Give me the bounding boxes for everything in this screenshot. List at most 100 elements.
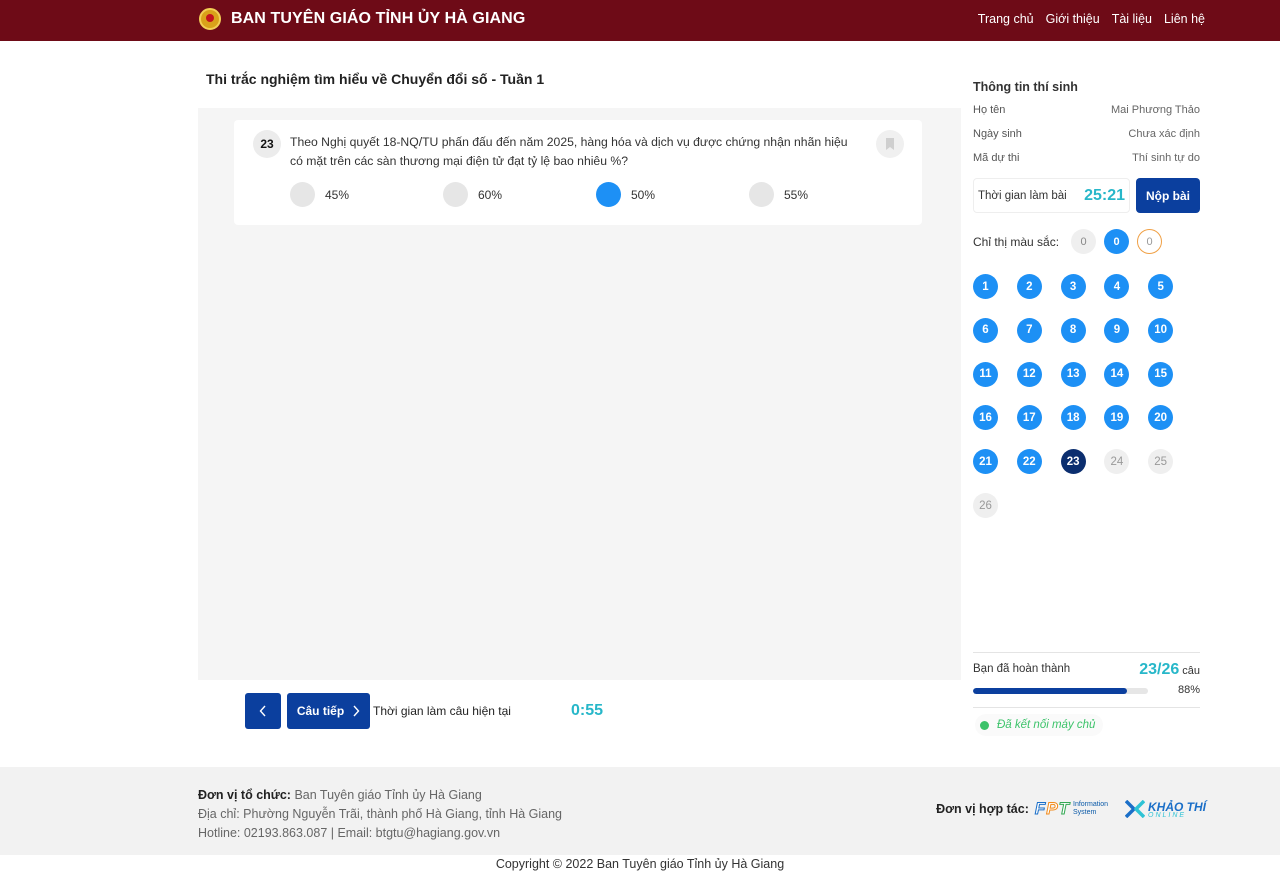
footer-address: Địa chỉ: Phường Nguyễn Trãi, thành phố H… [198,807,562,821]
progress-bar-fill [973,688,1127,694]
fpt-letter-t: T [1058,799,1069,819]
footer-contact: Hotline: 02193.863.087 | Email: btgtu@ha… [198,826,501,840]
question-nav-button[interactable]: 21 [973,449,998,475]
answer-option-c[interactable]: 50% [596,182,655,207]
next-question-button[interactable]: Câu tiếp [287,693,370,729]
chevron-left-icon [259,705,266,717]
question-nav-button[interactable]: 10 [1148,317,1174,343]
question-nav-button[interactable]: 8 [1060,317,1086,343]
footer-organizer: Đơn vị tổ chức: Ban Tuyên giáo Tỉnh ủy H… [198,788,482,802]
question-nav-button[interactable]: 22 [1016,449,1042,475]
radio-icon [749,182,774,207]
progress-label: Bạn đã hoàn thành [973,663,1071,675]
chevron-right-icon [353,705,360,717]
fpt-logo[interactable]: F P T Information System [1034,799,1113,819]
bookmark-button[interactable] [876,130,904,158]
question-nav-button[interactable]: 6 [973,317,998,343]
info-row-candidate-id: Mã dự thi Thí sinh tự do [973,152,1200,164]
khao-thi-online-logo[interactable]: KHẢO THÍ ONLINE [1125,800,1206,819]
partners: Đơn vị hợp tác: F P T Information System… [936,799,1206,819]
connection-status-text: Đã kết nối máy chủ [997,719,1096,731]
question-nav-button[interactable]: 17 [1016,405,1042,431]
main-nav: Trang chủ Giới thiệu Tài liệu Liên hệ [978,12,1205,26]
footer-organizer-label: Đơn vị tổ chức: [198,788,291,802]
khao-thi-logo-icon [1125,800,1145,818]
progress-panel: Bạn đã hoàn thành 23/26 câu 88% [973,652,1200,708]
question-nav-button[interactable]: 11 [973,361,998,387]
info-value: Thí sinh tự do [1132,152,1200,164]
legend-answered-count: 0 [1104,229,1130,254]
current-question-time-label: Thời gian làm câu hiện tại [373,704,511,718]
question-nav-button[interactable]: 19 [1104,405,1130,431]
brand-title: BAN TUYÊN GIÁO TỈNH ỦY HÀ GIANG [231,10,526,27]
footer-organizer-value: Ban Tuyên giáo Tỉnh ủy Hà Giang [294,788,482,802]
answer-option-a[interactable]: 45% [290,182,349,207]
bookmark-icon [886,138,894,150]
fpt-letter-p: P [1046,799,1058,819]
copyright: Copyright © 2022 Ban Tuyên giáo Tỉnh ủy … [495,857,785,871]
answer-option-d[interactable]: 55% [749,182,808,207]
fpt-letter-f: F [1034,799,1046,819]
question-nav-button[interactable]: 7 [1016,317,1042,343]
progress-bar [973,688,1148,694]
connection-status: Đã kết nối máy chủ [975,714,1104,736]
submit-button[interactable]: Nộp bài [1136,178,1200,213]
question-nav-button[interactable]: 12 [1016,361,1042,387]
question-nav-button[interactable]: 3 [1060,274,1086,299]
question-nav-button[interactable]: 9 [1104,317,1130,343]
previous-question-button[interactable] [245,693,281,729]
khao-thi-subtitle: ONLINE [1148,811,1187,819]
legend-unanswered-count: 0 [1071,229,1097,254]
exam-title: Thi trắc nghiệm tìm hiểu về Chuyển đổi s… [206,71,545,87]
info-key: Ngày sinh [973,128,1022,140]
brand[interactable]: BAN TUYÊN GIÁO TỈNH ỦY HÀ GIANG [199,7,525,31]
nav-about[interactable]: Giới thiệu [1046,12,1100,26]
question-nav-button[interactable]: 20 [1148,405,1174,431]
question-nav-button[interactable]: 23 [1060,449,1086,475]
answer-option-label: 60% [478,187,503,202]
question-text: Theo Nghị quyết 18-NQ/TU phấn đấu đến nă… [290,135,848,168]
question-nav-button[interactable]: 1 [973,274,998,299]
info-value: Mai Phương Thảo [1111,104,1200,116]
candidate-info-title: Thông tin thí sinh [973,80,1078,94]
info-value: Chưa xác định [1128,128,1200,140]
question-nav-button[interactable]: 26 [973,493,998,518]
info-key: Mã dự thi [973,152,1020,164]
answer-option-label: 45% [325,187,350,202]
question-area: 23 Theo Nghị quyết 18-NQ/TU phấn đấu đến… [198,108,961,680]
info-key: Họ tên [973,104,1006,116]
question-nav-button[interactable]: 24 [1104,449,1130,475]
answer-option-label: 55% [784,187,809,202]
info-row-dob: Ngày sinh Chưa xác định [973,128,1200,140]
question-nav-button[interactable]: 4 [1104,274,1130,299]
question-nav-button[interactable]: 2 [1016,274,1042,299]
question-nav-button[interactable]: 18 [1060,405,1086,431]
footer: Đơn vị tổ chức: Ban Tuyên giáo Tỉnh ủy H… [0,767,1280,855]
question-nav-button[interactable]: 5 [1148,274,1174,299]
nav-home[interactable]: Trang chủ [978,12,1034,26]
question-nav-button[interactable]: 25 [1148,449,1174,475]
radio-icon [290,182,315,207]
nav-documents[interactable]: Tài liệu [1112,12,1152,26]
exam-timer-label: Thời gian làm bài [978,189,1067,202]
emblem-icon [199,8,221,30]
question-nav-button[interactable]: 15 [1148,361,1174,387]
progress-count-unit: câu [1182,665,1200,677]
question-nav-button[interactable]: 16 [973,405,998,431]
fpt-letters: F P T [1034,799,1070,819]
partners-label: Đơn vị hợp tác: [936,802,1029,816]
progress-count-value: 23/26 [1139,661,1180,678]
question-nav-button[interactable]: 14 [1104,361,1130,387]
radio-icon [596,182,621,207]
question-nav-button[interactable]: 13 [1060,361,1086,387]
exam-timer-value: 25:21 [1084,186,1125,204]
info-row-name: Họ tên Mai Phương Thảo [973,104,1200,116]
nav-contact[interactable]: Liên hệ [1164,12,1205,26]
exam-timer: Thời gian làm bài 25:21 [973,178,1130,213]
radio-icon [443,182,468,207]
answer-option-label: 50% [631,187,656,202]
progress-percent: 88% [1177,684,1200,696]
answer-option-b[interactable]: 60% [443,182,502,207]
fpt-subtitle: Information System [1073,801,1109,816]
legend-flagged-count: 0 [1137,229,1163,254]
